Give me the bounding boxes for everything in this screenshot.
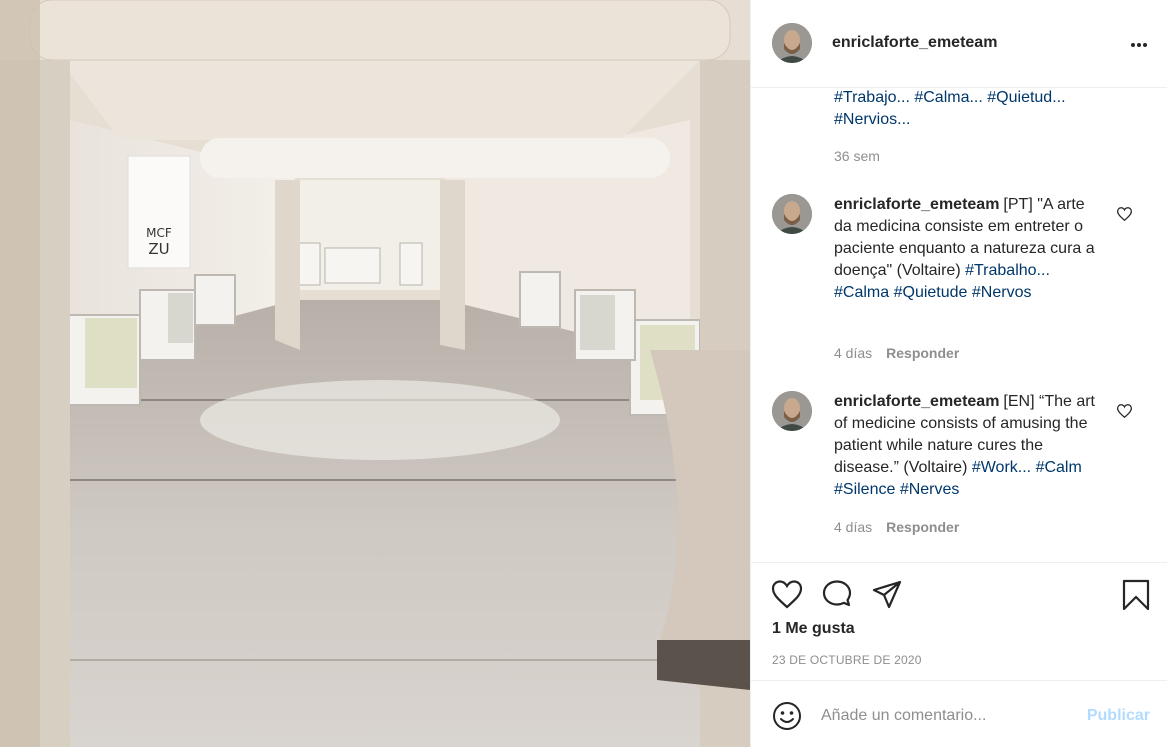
hashtag-link[interactable]: #Silence: [834, 481, 895, 498]
reply-button[interactable]: Responder: [886, 345, 959, 361]
hashtag-link[interactable]: #Quietud...: [987, 89, 1065, 106]
likes-count[interactable]: 1 Me gusta: [772, 620, 855, 638]
emoji-icon[interactable]: [772, 701, 802, 731]
hashtag-link[interactable]: #Nervos: [972, 284, 1032, 301]
hashtag-link[interactable]: #Trabajo...: [834, 89, 910, 106]
field-hospital-tent-photo: MCF ZU: [0, 0, 750, 747]
heart-icon[interactable]: [1117, 404, 1132, 418]
hashtag-link[interactable]: #Nerves: [900, 481, 960, 498]
post-image[interactable]: MCF ZU: [0, 0, 750, 747]
post-date: 23 DE OCTUBRE DE 2020: [772, 653, 922, 667]
heart-icon[interactable]: [1117, 207, 1132, 221]
post-actions: 1 Me gusta 23 DE OCTUBRE DE 2020: [751, 562, 1167, 680]
hashtag-link[interactable]: #Calm: [1036, 459, 1082, 476]
hashtag-link[interactable]: #Nervios...: [834, 111, 910, 128]
comment-body: enriclaforte_emeteam [PT] "A arte da medi…: [834, 194, 1104, 304]
comment-meta: 4 días Responder: [834, 519, 959, 535]
caption-meta: 36 sem: [834, 148, 880, 164]
publish-comment-button[interactable]: Publicar: [1087, 707, 1150, 725]
post-author-username[interactable]: enriclaforte_emeteam: [832, 34, 997, 52]
comment-body: enriclaforte_emeteam [EN] “The art of med…: [834, 391, 1104, 501]
comment-username[interactable]: enriclaforte_emeteam: [834, 196, 999, 213]
hashtag-link[interactable]: #Calma...: [914, 89, 982, 106]
add-comment-bar: Publicar: [751, 680, 1167, 747]
post-header: enriclaforte_emeteam: [751, 0, 1167, 88]
comment-bubble-icon[interactable]: [821, 579, 853, 611]
post-side-panel: enriclaforte_emeteam #Trabajo... #Calma.…: [750, 0, 1167, 747]
heart-icon[interactable]: [771, 579, 803, 611]
comment-meta: 4 días Responder: [834, 345, 959, 361]
reply-button[interactable]: Responder: [886, 519, 959, 535]
avatar[interactable]: [772, 23, 812, 63]
comment-username[interactable]: enriclaforte_emeteam: [834, 393, 999, 410]
eye-chart-row-1: MCF: [146, 226, 172, 240]
caption-continuation: #Trabajo... #Calma... #Quietud... #Nervi…: [834, 88, 1124, 131]
comments-list[interactable]: #Trabajo... #Calma... #Quietud... #Nervi…: [751, 88, 1167, 563]
caption-time[interactable]: 36 sem: [834, 148, 880, 164]
bookmark-icon[interactable]: [1120, 579, 1152, 611]
avatar[interactable]: [772, 194, 812, 234]
hashtag-link[interactable]: #Quietude: [894, 284, 968, 301]
eye-chart-row-2: ZU: [148, 240, 169, 258]
hashtag-link[interactable]: #Trabalho...: [965, 262, 1050, 279]
hashtag-link[interactable]: #Calma: [834, 284, 889, 301]
comment-input[interactable]: [821, 701, 1071, 731]
comment-time[interactable]: 4 días: [834, 519, 872, 535]
more-horizontal-icon[interactable]: [1130, 42, 1148, 48]
paper-plane-icon[interactable]: [871, 579, 903, 611]
comment-time[interactable]: 4 días: [834, 345, 872, 361]
hashtag-link[interactable]: #Work...: [972, 459, 1031, 476]
avatar[interactable]: [772, 391, 812, 431]
